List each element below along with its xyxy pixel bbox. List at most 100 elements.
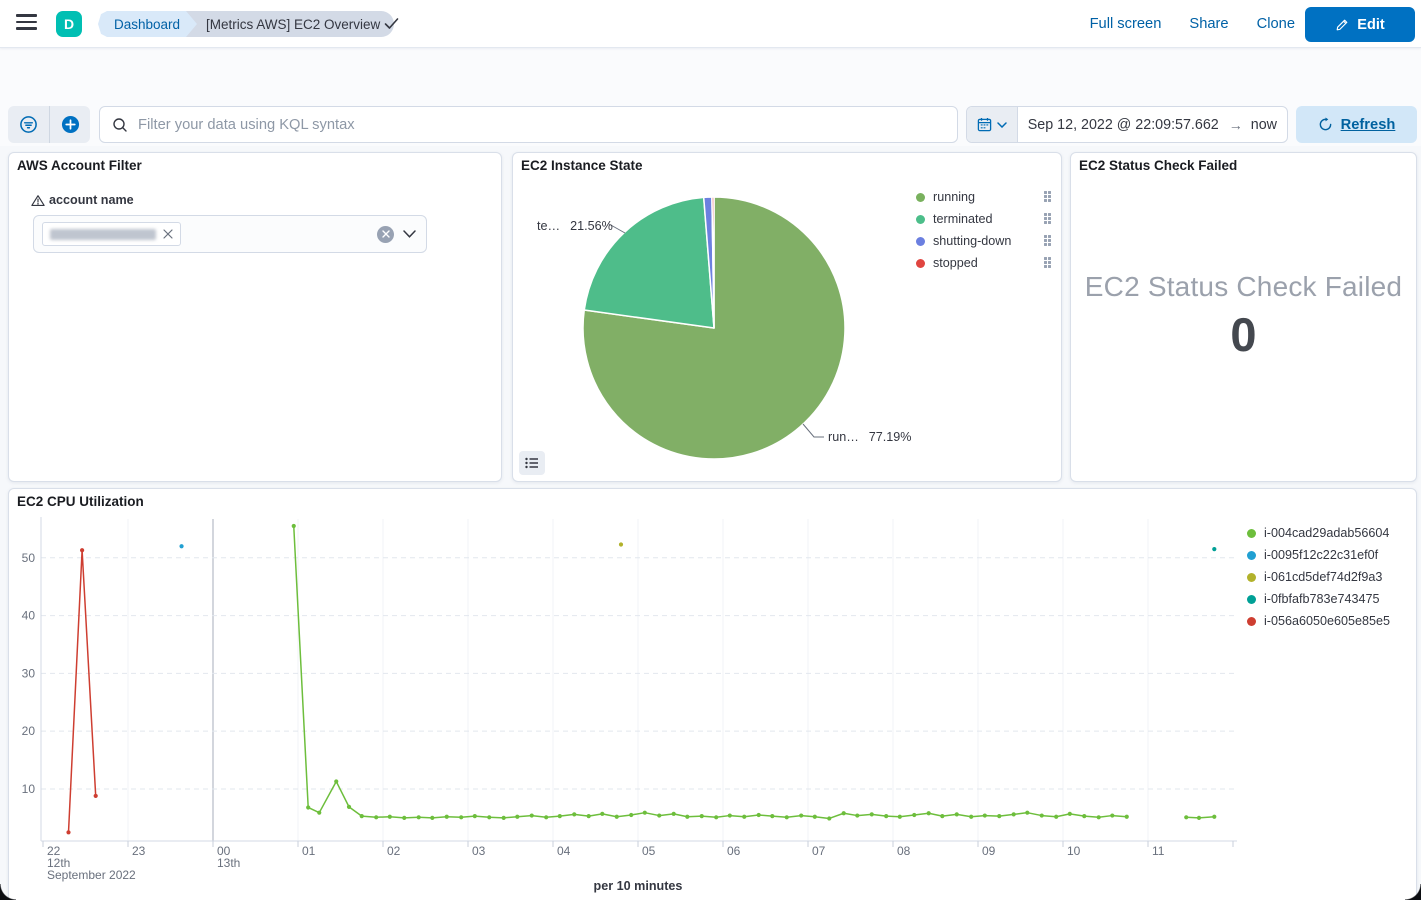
legend-item-actions-icon[interactable] [1044,191,1052,203]
data-point-i-004cad29adab56604 [374,815,378,819]
data-point-i-004cad29adab56604 [969,815,973,819]
data-point-i-004cad29adab56604 [1054,815,1058,819]
data-point-i-004cad29adab56604 [1025,811,1029,815]
data-point-i-0095f12c22c31ef0f [179,544,183,548]
legend-label: running [933,190,975,204]
data-point-i-004cad29adab56604 [842,811,846,815]
data-point-i-004cad29adab56604 [600,812,604,816]
data-point-i-004cad29adab56604 [347,805,351,809]
account-name-combobox[interactable] [33,215,427,253]
legend-toggle-icon[interactable] [519,451,545,475]
refresh-button-label: Refresh [1341,117,1396,133]
pie-slice-terminated[interactable] [584,197,714,328]
legend-item-shutting-down[interactable]: shutting-down [916,230,1052,252]
legend-item-terminated[interactable]: terminated [916,208,1052,230]
clear-selection-icon[interactable] [377,226,394,243]
data-point-i-004cad29adab56604 [1197,816,1201,820]
legend-dot-icon [916,215,925,224]
data-point-i-056a6050e605e85e5 [94,794,98,798]
svg-text:02: 02 [387,844,401,858]
legend-item-i-004cad29adab56604[interactable]: i-004cad29adab56604 [1247,522,1413,544]
data-point-i-004cad29adab56604 [388,815,392,819]
data-point-i-004cad29adab56604 [306,805,310,809]
data-point-i-004cad29adab56604 [827,816,831,820]
data-point-i-004cad29adab56604 [884,814,888,818]
legend-item-actions-icon[interactable] [1044,235,1052,247]
full-screen-button[interactable]: Full screen [1090,16,1162,32]
svg-text:09: 09 [982,844,996,858]
edit-button[interactable]: Edit [1305,7,1415,42]
edit-button-label: Edit [1357,17,1384,33]
saved-query-icon[interactable] [8,106,49,143]
hamburger-menu-icon[interactable] [16,14,40,34]
data-point-i-004cad29adab56604 [1082,814,1086,818]
legend-dot-icon [916,193,925,202]
data-point-i-004cad29adab56604 [997,814,1001,818]
breadcrumb-dashboard[interactable]: Dashboard [98,11,202,37]
data-point-i-004cad29adab56604 [700,814,704,818]
warning-icon [31,194,45,207]
legend-label: i-0fbfafb783e743475 [1264,592,1380,606]
legend-item-stopped[interactable]: stopped [916,252,1052,274]
legend-item-i-0fbfafb783e743475[interactable]: i-0fbfafb783e743475 [1247,588,1413,610]
data-point-i-004cad29adab56604 [855,813,859,817]
share-button[interactable]: Share [1189,16,1228,32]
data-point-i-004cad29adab56604 [757,813,761,817]
combobox-selected-tag[interactable] [42,222,181,246]
data-point-i-004cad29adab56604 [940,814,944,818]
svg-text:04: 04 [557,844,571,858]
svg-text:13th: 13th [217,856,240,870]
svg-text:10: 10 [1067,844,1081,858]
data-point-i-004cad29adab56604 [629,813,633,817]
clone-button[interactable]: Clone [1257,16,1295,32]
legend-item-actions-icon[interactable] [1044,257,1052,269]
control-label: account name [31,193,134,207]
data-point-i-004cad29adab56604 [714,815,718,819]
data-point-i-004cad29adab56604 [1212,815,1216,819]
svg-text:40: 40 [22,609,36,623]
data-point-i-004cad29adab56604 [742,815,746,819]
metric-label: EC2 Status Check Failed [1071,271,1416,303]
combobox-controls [377,216,416,252]
date-range-end[interactable]: now [1243,117,1287,133]
kql-search-bar[interactable] [99,106,958,143]
legend-item-running[interactable]: running [916,186,1052,208]
legend-item-i-056a6050e605e85e5[interactable]: i-056a6050e605e85e5 [1247,610,1413,632]
legend-item-actions-icon[interactable] [1044,213,1052,225]
data-point-i-004cad29adab56604 [530,813,534,817]
data-point-i-004cad29adab56604 [870,812,874,816]
data-point-i-004cad29adab56604 [983,813,987,817]
kql-search-input[interactable] [138,117,945,133]
calendar-menu-button[interactable] [967,107,1018,142]
panel-title: AWS Account Filter [17,158,142,173]
breadcrumb-current-page[interactable]: [Metrics AWS] EC2 Overview [186,11,394,37]
legend-label: i-004cad29adab56604 [1264,526,1389,540]
data-point-i-004cad29adab56604 [473,814,477,818]
data-point-i-004cad29adab56604 [813,815,817,819]
callout-label: run… [828,430,859,444]
combobox-chevron-down-icon[interactable] [403,230,416,238]
svg-text:07: 07 [812,844,826,858]
legend-item-i-061cd5def74d2f9a3[interactable]: i-061cd5def74d2f9a3 [1247,566,1413,588]
app-logo[interactable]: D [56,11,82,37]
cpu-line-chart: 1020304050222300010203040506070809101112… [9,489,1418,900]
date-range-start[interactable]: Sep 12, 2022 @ 22:09:57.662 [1018,117,1229,133]
calendar-icon [977,117,992,132]
remove-tag-icon[interactable] [163,229,173,239]
refresh-button[interactable]: Refresh [1296,106,1417,143]
data-point-i-004cad29adab56604 [1012,812,1016,816]
legend-item-i-0095f12c22c31ef0f[interactable]: i-0095f12c22c31ef0f [1247,544,1413,566]
data-point-i-004cad29adab56604 [445,815,449,819]
legend-dot-icon [1247,595,1256,604]
legend-dot-icon [1247,617,1256,626]
data-point-i-004cad29adab56604 [430,816,434,820]
series-line-i-056a6050e605e85e5 [69,550,96,832]
legend-label: i-0095f12c22c31ef0f [1264,548,1378,562]
add-filter-icon[interactable] [49,106,90,143]
data-point-i-004cad29adab56604 [912,813,916,817]
callout-line-running [803,424,824,437]
header: D Dashboard [Metrics AWS] EC2 Overview F… [0,0,1421,48]
data-point-i-004cad29adab56604 [515,815,519,819]
metric: EC2 Status Check Failed 0 [1071,271,1416,362]
data-point-i-004cad29adab56604 [459,815,463,819]
